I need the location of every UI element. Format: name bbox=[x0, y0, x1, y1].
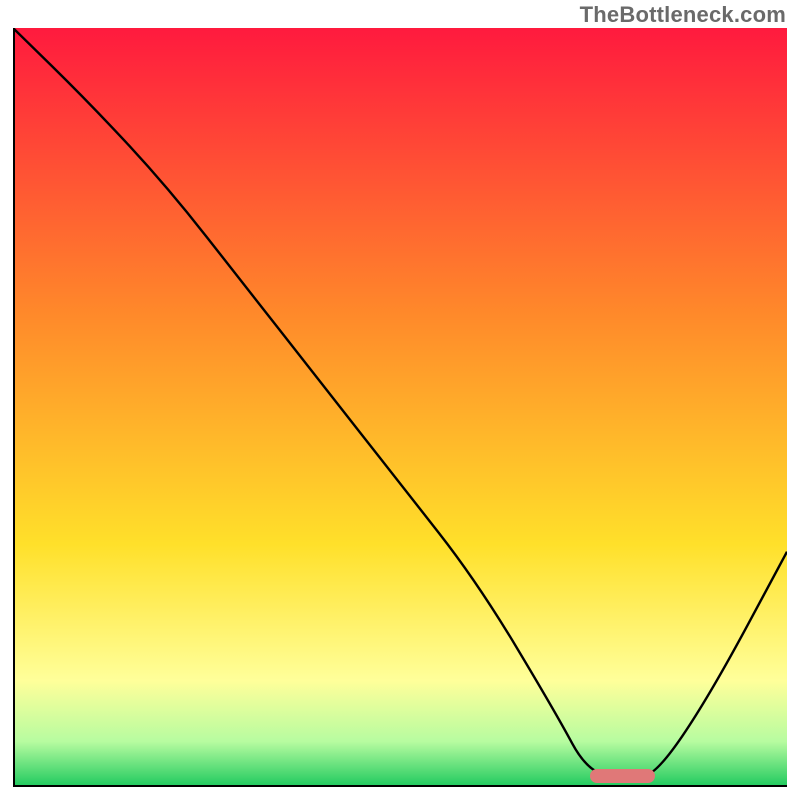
chart-stage: TheBottleneck.com bbox=[0, 0, 800, 800]
gradient-background bbox=[13, 28, 787, 787]
plot-svg bbox=[13, 28, 787, 787]
x-axis bbox=[13, 785, 787, 787]
y-axis bbox=[13, 28, 15, 787]
plot-area bbox=[13, 28, 787, 787]
watermark-text: TheBottleneck.com bbox=[580, 2, 786, 28]
optimal-marker bbox=[590, 769, 656, 783]
